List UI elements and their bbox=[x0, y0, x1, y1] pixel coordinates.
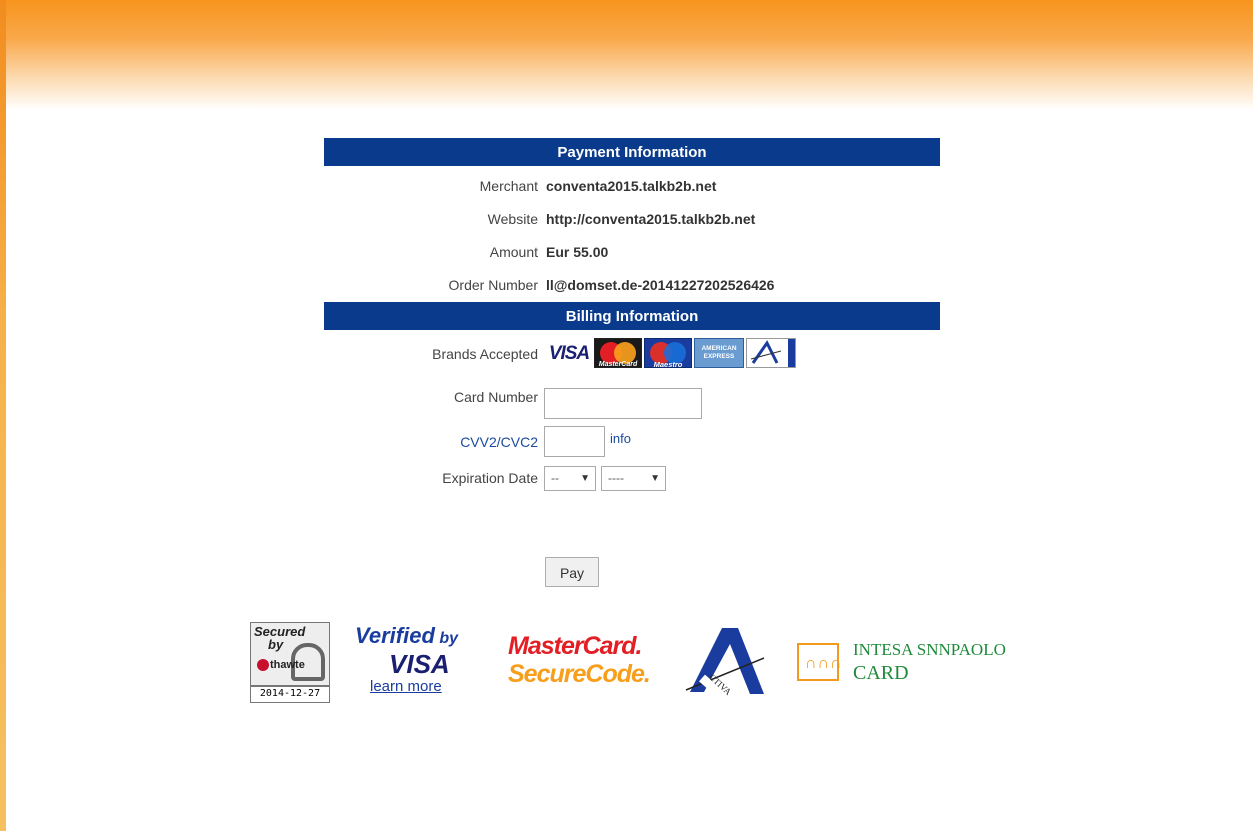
thawte-seal-date: 2014-12-27 bbox=[250, 686, 330, 703]
payment-information-header: Payment Information bbox=[324, 138, 940, 166]
website-value: http://conventa2015.talkb2b.net bbox=[546, 211, 756, 227]
brands-row: Brands Accepted VISA MasterCard Maestro … bbox=[324, 330, 940, 378]
top-banner bbox=[6, 0, 1253, 110]
maestro-logo: Maestro bbox=[644, 338, 692, 368]
expiration-date-row: Expiration Date -- ▼ ---- ▼ bbox=[324, 458, 940, 494]
visa-logo: VISA bbox=[548, 342, 590, 364]
cvv-row: CVV2/CVC2 info bbox=[324, 418, 940, 458]
merchant-label: Merchant bbox=[479, 178, 538, 194]
card-number-label: Card Number bbox=[453, 389, 538, 405]
order-number-label: Order Number bbox=[448, 277, 538, 293]
activa-logo: CTIVA bbox=[684, 620, 768, 698]
mastercard-logo: MasterCard bbox=[594, 338, 642, 368]
payment-panel: Payment Information Merchant conventa201… bbox=[324, 138, 940, 494]
intesa-sanpaolo-card-logo: ∩∩∩ INTESA SNNPAOLO CARD bbox=[797, 640, 1007, 686]
pay-button[interactable]: Pay bbox=[545, 557, 599, 587]
amount-row: Amount Eur 55.00 bbox=[324, 236, 940, 269]
amount-label: Amount bbox=[489, 244, 538, 260]
chevron-down-icon: ▼ bbox=[580, 473, 590, 484]
thawte-secured-seal[interactable]: Secured by thawte 2014-12-27 bbox=[250, 622, 330, 703]
left-accent-stripe bbox=[0, 0, 6, 831]
expiration-month-select[interactable]: -- ▼ bbox=[544, 466, 596, 491]
american-express-logo: AMERICAN EXPRESS bbox=[694, 338, 744, 368]
mastercard-securecode-logo: MasterCard. SecureCode. bbox=[508, 632, 651, 688]
verified-by-visa-logo: Verified by VISA learn more bbox=[355, 624, 465, 699]
website-label: Website bbox=[487, 211, 538, 227]
cvv-label-link[interactable]: CVV2/CVC2 bbox=[460, 426, 538, 459]
order-number-row: Order Number ll@domset.de-20141227202526… bbox=[324, 269, 940, 302]
merchant-value: conventa2015.talkb2b.net bbox=[546, 178, 717, 194]
intesa-arches-icon: ∩∩∩ bbox=[797, 643, 842, 681]
aura-card-icon bbox=[746, 338, 796, 368]
expiration-year-select[interactable]: ---- ▼ bbox=[601, 466, 666, 491]
brand-logos: VISA MasterCard Maestro AMERICAN EXPRESS bbox=[546, 338, 796, 368]
billing-information-header: Billing Information bbox=[324, 302, 940, 330]
expiration-date-label: Expiration Date bbox=[442, 470, 538, 486]
merchant-row: Merchant conventa2015.talkb2b.net bbox=[324, 170, 940, 203]
website-row: Website http://conventa2015.talkb2b.net bbox=[324, 203, 940, 236]
cvv-input[interactable] bbox=[544, 426, 605, 457]
amount-value: Eur 55.00 bbox=[546, 244, 609, 260]
order-number-value: ll@domset.de-20141227202526426 bbox=[546, 277, 775, 293]
verified-by-visa-learn-more-link[interactable]: learn more bbox=[355, 677, 465, 697]
chevron-down-icon: ▼ bbox=[650, 473, 660, 484]
brands-accepted-label: Brands Accepted bbox=[432, 346, 538, 362]
card-number-input[interactable] bbox=[544, 388, 702, 419]
card-number-row: Card Number bbox=[324, 378, 940, 419]
cvv-info-link[interactable]: info bbox=[610, 422, 631, 455]
